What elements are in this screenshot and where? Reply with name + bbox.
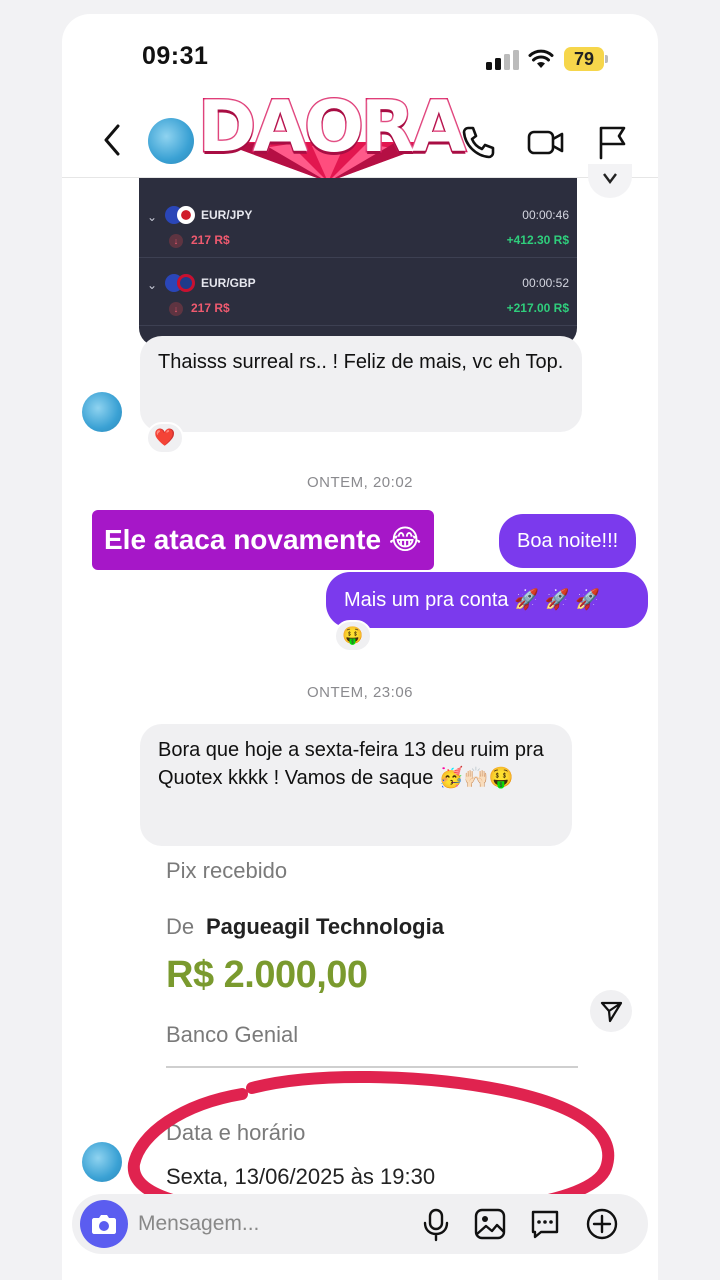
trade-time: 00:00:46: [522, 208, 569, 222]
contact-avatar[interactable]: [148, 118, 194, 164]
sticker-text: DAORA: [197, 85, 468, 170]
pix-from-label: De: [166, 914, 195, 939]
timestamp: ONTEM, 23:06: [306, 684, 414, 701]
timestamp: ONTEM, 20:02: [306, 474, 414, 491]
chat-screen: 09:31 79 DAORA ⌄ EUR/JPY ↓ 217 R$ 00:00:…: [62, 14, 658, 1280]
mic-icon[interactable]: [418, 1206, 454, 1242]
money-face-reaction[interactable]: 🤑: [334, 620, 372, 652]
daora-sticker: DAORA: [190, 80, 468, 184]
trade-profit: +412.30 R$: [506, 233, 569, 247]
trade-row: ⌄ EUR/GBP ↓ 217 R$ 00:00:52 +217.00 R$: [139, 258, 577, 326]
share-button[interactable]: [590, 990, 632, 1032]
gallery-icon[interactable]: [472, 1206, 508, 1242]
eu-jp-flag-icon: [165, 206, 195, 224]
status-time: 09:31: [142, 42, 209, 70]
trade-pair: EUR/JPY: [201, 208, 253, 222]
chevron-down-icon: ⌄: [147, 210, 158, 224]
trade-row: ⌄ EUR/JPY ↓ 217 R$ 00:00:46 +412.30 R$: [139, 190, 577, 258]
camera-icon: [92, 1215, 116, 1234]
outgoing-message: Mais um pra conta 🚀 🚀 🚀: [326, 572, 648, 628]
trade-profit: +217.00 R$: [506, 301, 569, 315]
pix-amount: R$ 2.000,00: [166, 954, 368, 996]
back-icon[interactable]: [98, 122, 128, 158]
pix-from-name: Pagueagil Technologia: [206, 914, 444, 939]
incoming-message: Bora que hoje a sexta-feira 13 deu ruim …: [140, 724, 572, 846]
trades-screenshot: ⌄ EUR/JPY ↓ 217 R$ 00:00:46 +412.30 R$ ⌄…: [139, 178, 577, 346]
sender-avatar[interactable]: [82, 1142, 122, 1182]
sender-avatar[interactable]: [82, 392, 122, 432]
trade-amount: 217 R$: [191, 301, 230, 315]
pix-bank: Banco Genial: [166, 1022, 299, 1047]
wifi-icon: [528, 49, 554, 68]
message-composer: [72, 1194, 648, 1254]
eu-gb-flag-icon: [165, 274, 195, 292]
battery-level: 79: [564, 47, 604, 71]
heart-reaction[interactable]: ❤️: [146, 422, 184, 454]
message-input[interactable]: [138, 1194, 408, 1254]
trade-time: 00:00:52: [522, 276, 569, 290]
trade-pair: EUR/GBP: [201, 276, 256, 290]
battery-indicator: 79: [564, 47, 608, 71]
send-icon: [600, 1001, 623, 1023]
video-icon[interactable]: [526, 122, 566, 162]
outgoing-message: Boa noite!!!: [499, 514, 637, 568]
arrow-down-icon: ↓: [169, 302, 183, 316]
plus-icon[interactable]: [584, 1206, 620, 1242]
chevron-down-icon: ⌄: [147, 278, 158, 292]
scroll-down-button[interactable]: [588, 164, 632, 198]
arrow-down-icon: ↓: [169, 234, 183, 248]
incoming-message: Thaisss surreal rs.. ! Feliz de mais, vc…: [140, 336, 582, 432]
signal-icon: [486, 50, 520, 70]
trade-amount: 217 R$: [191, 233, 230, 247]
camera-button[interactable]: [80, 1200, 128, 1248]
sticker-icon[interactable]: [527, 1206, 563, 1242]
flag-icon[interactable]: [592, 122, 632, 162]
pix-title: Pix recebido: [166, 858, 288, 883]
caption-overlay: Ele ataca novamente 😂: [92, 510, 434, 570]
